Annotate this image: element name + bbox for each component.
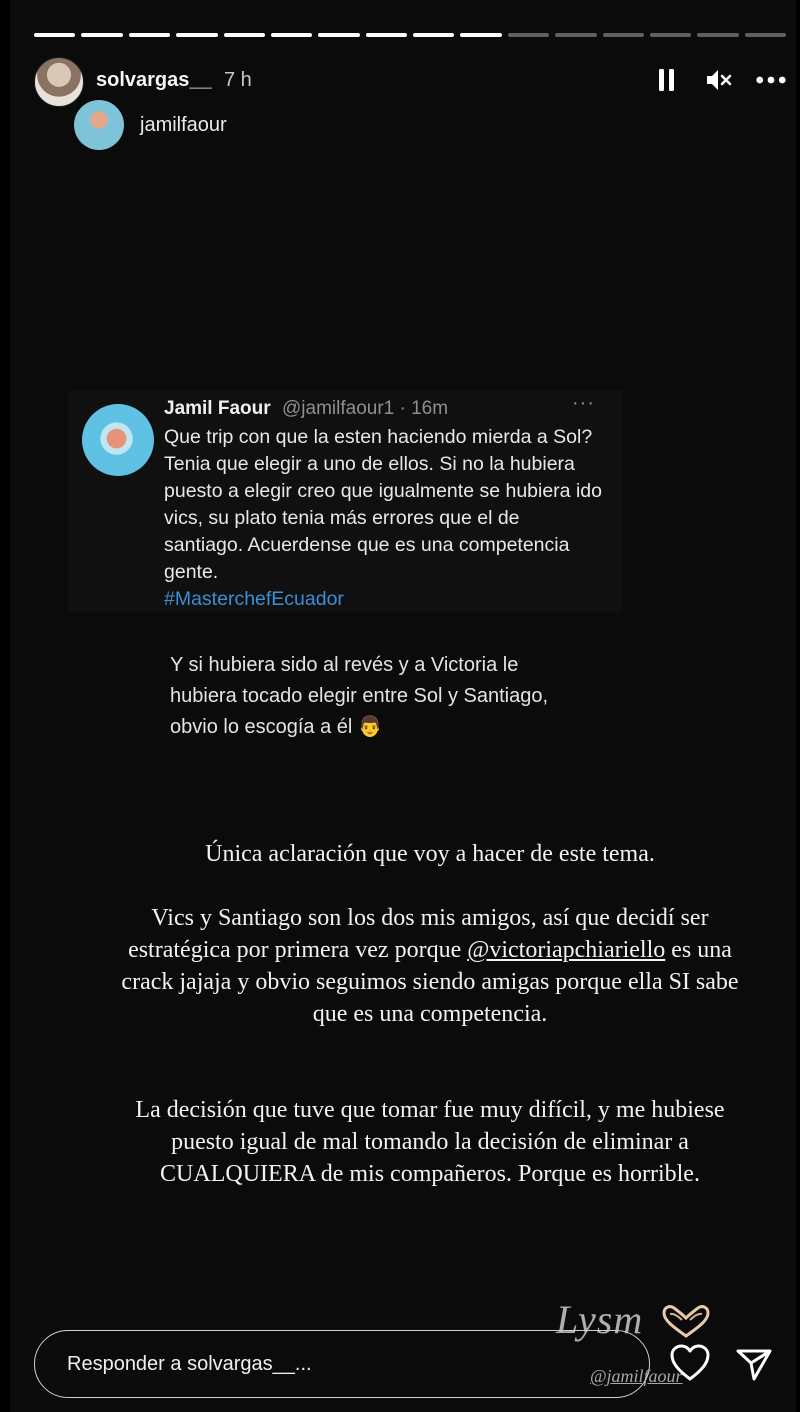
progress-fill — [176, 33, 218, 37]
progress-fill — [318, 33, 360, 37]
tweet-hashtag: #MasterchefEcuador — [164, 588, 344, 610]
progress-segment — [649, 33, 692, 37]
progress-segment — [318, 33, 360, 37]
progress-segment — [507, 33, 550, 37]
more-horizontal-icon — [756, 76, 786, 84]
progress-fill — [223, 33, 265, 37]
mute-button[interactable] — [704, 65, 734, 95]
story-controls — [652, 65, 786, 95]
pause-button[interactable] — [652, 65, 682, 95]
progress-segment — [128, 33, 171, 37]
post-time: 7 h — [224, 69, 252, 91]
tweet-body: Que trip con que la esten haciendo mierd… — [164, 424, 604, 613]
heart-icon — [670, 1344, 710, 1381]
tweet-screenshot: Jamil Faour @jamilfaour1 · 16m ··· Que t… — [68, 390, 623, 612]
tweet-avatar — [82, 404, 154, 476]
speaker-muted-icon — [707, 70, 732, 90]
progress-segment — [34, 33, 76, 37]
username[interactable]: solvargas__ — [96, 69, 212, 92]
tweet-more-icon: ··· — [572, 392, 595, 414]
progress-fill — [365, 33, 407, 37]
progress-segment — [176, 33, 218, 37]
mention-avatar — [74, 100, 124, 150]
progress-fill — [270, 33, 313, 37]
progress-segment — [602, 33, 644, 37]
reply-bar[interactable] — [34, 1330, 650, 1398]
story-header: solvargas__ 7 h — [34, 55, 786, 111]
tweet-author-name: Jamil Faour — [164, 398, 271, 419]
progress-fill — [81, 33, 123, 37]
progress-segment — [223, 33, 265, 37]
mention-username: jamilfaour — [140, 114, 227, 136]
progress-segment — [270, 33, 313, 37]
progress-fill — [34, 33, 76, 37]
progress-segment — [697, 33, 739, 37]
story-text-paragraph-2: La decisión que tuve que tomar fue muy d… — [135, 1097, 725, 1187]
pause-icon — [659, 69, 674, 91]
reply-input[interactable] — [67, 1353, 627, 1376]
progress-fill — [413, 33, 455, 37]
progress-segment — [81, 33, 123, 37]
send-button[interactable] — [734, 1343, 774, 1383]
progress-segment — [365, 33, 407, 37]
story-text-heading: Única aclaración que voy a hacer de este… — [205, 841, 655, 867]
tweet-text: Que trip con que la esten haciendo mierd… — [164, 426, 602, 583]
progress-fill — [128, 33, 171, 37]
like-button[interactable] — [668, 1343, 712, 1383]
more-options-button[interactable] — [756, 65, 786, 95]
mention-link-victoria[interactable]: @victoriapchiariello — [467, 937, 665, 963]
progress-segment — [413, 33, 455, 37]
tweet-comment: Y si hubiera sido al revés y a Victoria … — [170, 654, 549, 738]
heart-hands-icon — [662, 1305, 710, 1338]
paper-plane-icon — [736, 1349, 772, 1381]
progress-segment — [460, 33, 502, 37]
progress-segment — [555, 33, 597, 37]
story-text-paragraph-1: Vics y Santiago son los dos mis amigos, … — [120, 902, 740, 1030]
progress-fill — [460, 33, 502, 37]
progress-segment — [744, 33, 786, 37]
user-avatar[interactable] — [34, 57, 84, 107]
tweet-handle: @jamilfaour1 · 16m — [282, 398, 449, 419]
story-progress-bar — [34, 33, 786, 37]
